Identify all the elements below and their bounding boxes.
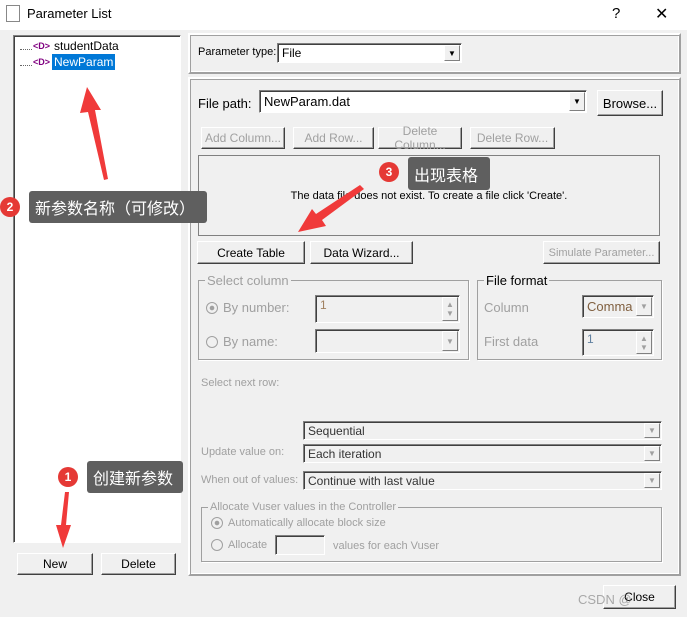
annotation-badge-2: 2	[0, 197, 20, 217]
arrow-up-to-tree	[80, 87, 108, 180]
arrow-to-table	[298, 185, 364, 232]
annotation-label-3: 出现表格	[408, 157, 490, 190]
annotation-label-2: 新参数名称（可修改）	[29, 191, 207, 223]
annotation-badge-1: 1	[58, 467, 78, 487]
annotation-label-1: 创建新参数	[87, 461, 183, 493]
annotation-arrows	[56, 87, 364, 548]
arrow-down-to-new	[56, 492, 71, 548]
annotation-badge-3: 3	[379, 162, 399, 182]
